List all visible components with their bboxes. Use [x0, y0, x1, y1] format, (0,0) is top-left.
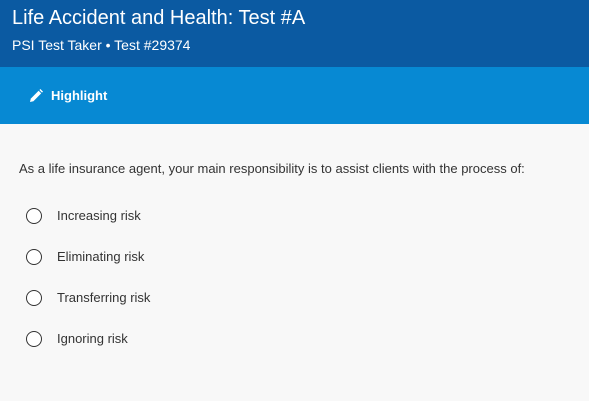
radio-button[interactable]	[26, 248, 42, 265]
answer-label: Increasing risk	[57, 208, 141, 223]
test-title: Life Accident and Health: Test #A	[12, 7, 306, 29]
toolbar: Highlight	[0, 67, 589, 124]
answer-choice-a[interactable]: Increasing risk	[26, 195, 589, 236]
radio-button[interactable]	[26, 289, 42, 306]
radio-button[interactable]	[26, 330, 42, 347]
answer-choices: Increasing risk Eliminating risk Transfe…	[19, 195, 589, 359]
pencil-icon	[28, 88, 44, 104]
answer-label: Eliminating risk	[57, 249, 145, 264]
question-area: As a life insurance agent, your main res…	[0, 124, 589, 359]
highlight-label: Highlight	[51, 88, 108, 103]
answer-label: Transferring risk	[57, 290, 151, 305]
answer-choice-d[interactable]: Ignoring risk	[26, 318, 589, 359]
question-text: As a life insurance agent, your main res…	[19, 161, 525, 176]
radio-button[interactable]	[26, 207, 42, 224]
answer-choice-c[interactable]: Transferring risk	[26, 277, 589, 318]
highlight-button[interactable]: Highlight	[26, 84, 109, 108]
app-header: Life Accident and Health: Test #A PSI Te…	[0, 0, 589, 67]
answer-choice-b[interactable]: Eliminating risk	[26, 236, 589, 277]
test-subtitle: PSI Test Taker • Test #29374	[12, 37, 191, 53]
answer-label: Ignoring risk	[57, 331, 128, 346]
